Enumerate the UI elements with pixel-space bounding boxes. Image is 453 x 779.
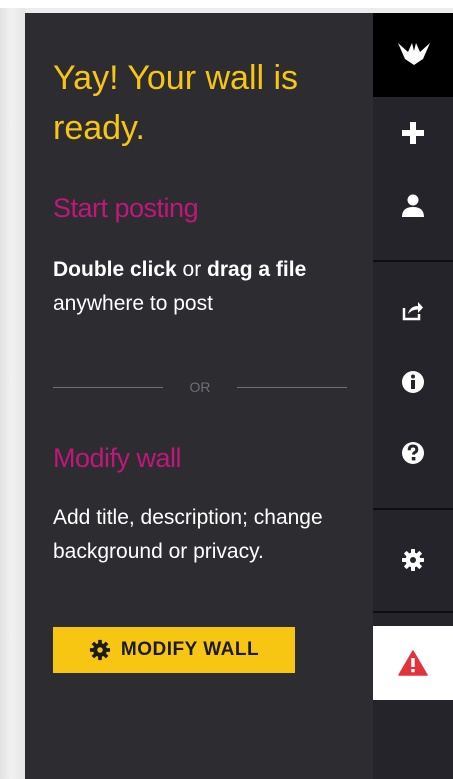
toolbar-info-button[interactable] [373,352,453,412]
modify-wall-button[interactable]: MODIFY WALL [53,627,295,673]
user-icon [401,193,425,217]
toolbar-separator [373,508,453,510]
question-icon [401,441,425,465]
modify-wall-title: Modify wall [53,443,182,473]
warning-icon [398,650,428,676]
toolbar-separator [373,611,453,613]
toolbar-profile-button[interactable] [373,175,453,235]
wall-background-edge[interactable] [0,8,25,779]
plus-icon [401,121,425,145]
panel-headline: Yay! Your wall is ready. [53,59,299,147]
or-text: or [176,258,208,281]
gear-icon [401,548,425,572]
start-posting-title: Start posting [53,193,199,223]
logo-button[interactable] [373,13,453,97]
toolbar-add-button[interactable] [373,103,453,163]
or-divider: OR [53,377,347,399]
double-click-text: Double click [53,258,177,281]
gear-icon [89,639,111,661]
right-toolbar [373,13,453,779]
bird-logo-icon [397,39,431,65]
toolbar-settings-button[interactable] [373,530,453,590]
share-icon [402,301,424,321]
anywhere-text: anywhere to post [53,292,213,315]
welcome-panel: Yay! Your wall is ready. Start posting D… [25,13,373,779]
toolbar-share-button[interactable] [373,281,453,341]
toolbar-alert-button[interactable] [373,626,453,700]
drag-file-text: drag a file [207,258,307,281]
modify-wall-button-label: MODIFY WALL [120,639,260,660]
toolbar-separator [373,260,453,262]
info-icon [401,370,425,394]
toolbar-help-button[interactable] [373,423,453,483]
start-posting-text: Double click or drag a file anywhere to … [53,253,358,321]
top-strip [0,0,453,8]
divider-line-right [237,387,347,388]
modify-wall-description: Add title, description; change backgroun… [53,506,323,563]
